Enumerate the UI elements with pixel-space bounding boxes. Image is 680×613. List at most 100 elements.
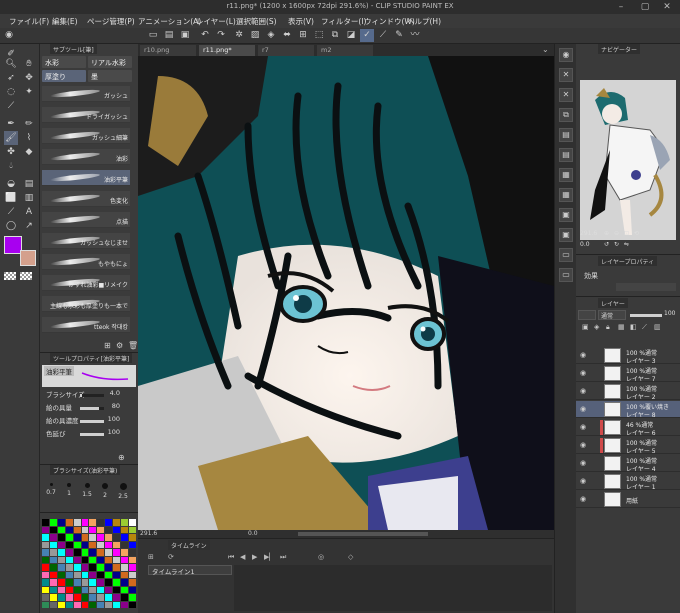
palette-swatch[interactable] xyxy=(89,519,97,526)
brush-size-preset[interactable]: 2 xyxy=(98,483,112,499)
palette-swatch[interactable] xyxy=(89,579,97,586)
palette-swatch[interactable] xyxy=(113,549,121,556)
palette-swatch[interactable] xyxy=(121,526,129,533)
layer-row[interactable]: ◉ 用紙 xyxy=(576,491,680,508)
palette-swatch[interactable] xyxy=(65,549,73,556)
ruler-icon[interactable]: ⟋ xyxy=(376,29,390,42)
timeline-tab[interactable]: タイムライン xyxy=(168,540,210,550)
palette-swatch[interactable] xyxy=(57,586,65,593)
layer-property-tab[interactable]: レイヤープロパティ xyxy=(598,256,658,266)
subtool-tab[interactable]: サブツール[筆] xyxy=(50,44,97,54)
material-2-icon[interactable]: ▦ xyxy=(559,188,573,202)
flip-horizontal-icon[interactable]: ⇋ xyxy=(624,241,629,248)
eraser-icon[interactable]: ◆ xyxy=(22,145,36,159)
layer-row[interactable]: ◉ 100 %通常 レイヤー 5 xyxy=(576,437,680,455)
ruler-layer-icon[interactable]: ⟋ xyxy=(642,323,647,332)
palette-swatch[interactable] xyxy=(49,534,57,541)
palette-swatch[interactable] xyxy=(65,579,73,586)
transform-icon[interactable]: ▨ xyxy=(248,29,262,42)
palette-swatch[interactable] xyxy=(113,541,121,548)
palette-swatch[interactable] xyxy=(42,586,49,593)
visibility-icon[interactable]: ◉ xyxy=(580,495,586,503)
menu-file[interactable]: ファイル(F) xyxy=(9,16,49,27)
palette-swatch[interactable] xyxy=(129,549,136,556)
settings-icon[interactable]: ⚙ xyxy=(116,341,123,350)
palette-swatch[interactable] xyxy=(42,519,49,526)
palette-swatch[interactable] xyxy=(49,564,57,571)
palette-swatch[interactable] xyxy=(73,534,81,541)
move-icon[interactable]: ✥ xyxy=(22,71,36,85)
palette-swatch[interactable] xyxy=(49,594,57,601)
palette-swatch[interactable] xyxy=(97,601,105,608)
pen-tool-icon[interactable]: ✎ xyxy=(392,29,406,42)
opacity-value[interactable]: 100 xyxy=(664,310,675,317)
zoom-icon[interactable]: 🔍︎ xyxy=(4,57,18,71)
palette-swatch[interactable] xyxy=(42,571,49,578)
palette-swatch[interactable] xyxy=(129,579,136,586)
palette-swatch[interactable] xyxy=(89,571,97,578)
navigator-angle-value[interactable]: 0.0 xyxy=(580,241,590,248)
navigator-tab[interactable]: ナビゲーター xyxy=(598,44,641,54)
palette-swatch[interactable] xyxy=(57,601,65,608)
palette-swatch[interactable] xyxy=(49,519,57,526)
onion-icon[interactable]: ◎ xyxy=(318,553,324,561)
menu-layer[interactable]: レイヤー(L) xyxy=(196,16,236,27)
fill-icon[interactable]: ◈ xyxy=(264,29,278,42)
layer-row[interactable]: ◉ 100 %通常 レイヤー 3 xyxy=(576,347,680,365)
undo-icon[interactable]: ↶ xyxy=(198,29,212,42)
palette-swatch[interactable] xyxy=(129,564,136,571)
palette-swatch[interactable] xyxy=(97,519,105,526)
palette-swatch[interactable] xyxy=(97,579,105,586)
property-value[interactable]: 80 xyxy=(112,402,120,410)
angle-value[interactable]: 0.0 xyxy=(248,530,258,537)
palette-swatch[interactable] xyxy=(42,556,49,563)
new-timeline-icon[interactable]: ⊞ xyxy=(148,553,154,561)
property-slider[interactable] xyxy=(80,394,104,397)
palette-swatch[interactable] xyxy=(57,579,65,586)
palette-swatch[interactable] xyxy=(65,541,73,548)
visibility-icon[interactable]: ◉ xyxy=(580,351,586,359)
first-frame-icon[interactable]: ⏮ xyxy=(228,553,234,562)
correct-line-icon[interactable]: ↗ xyxy=(22,219,36,233)
palette-swatch[interactable] xyxy=(113,556,121,563)
brush-item[interactable]: 主線も水彩も厚塗りも一本で xyxy=(42,296,130,312)
palette-swatch[interactable] xyxy=(73,564,81,571)
history-icon[interactable]: ▤ xyxy=(559,128,573,142)
timeline-track[interactable] xyxy=(234,565,552,611)
document-tab[interactable]: m2 xyxy=(317,45,373,56)
lock-transparent-icon[interactable]: ▦ xyxy=(618,323,625,331)
minimize-button[interactable]: – xyxy=(610,0,632,14)
reference-icon[interactable]: ◈ xyxy=(594,323,599,331)
palette-swatch[interactable] xyxy=(57,541,65,548)
sub-color-swatch[interactable] xyxy=(20,250,36,266)
brush-item[interactable]: 油彩平筆 xyxy=(42,170,130,186)
palette-swatch[interactable] xyxy=(129,526,136,533)
subtool-group-watercolor[interactable]: 水彩 xyxy=(42,56,86,68)
artwork[interactable] xyxy=(138,56,554,530)
palette-swatch[interactable] xyxy=(81,579,89,586)
palette-swatch[interactable] xyxy=(129,586,136,593)
lasso-icon[interactable]: ◌ xyxy=(4,85,18,99)
zoom-in-icon[interactable]: ⊕ xyxy=(604,230,609,237)
clear-icon[interactable]: ✲ xyxy=(232,29,246,42)
palette-swatch[interactable] xyxy=(121,564,129,571)
subtool-group-ink[interactable]: 墨 xyxy=(88,70,132,82)
effect-buttons[interactable] xyxy=(616,283,676,291)
eyedropper-icon[interactable]: ⟋ xyxy=(4,99,18,113)
palette-swatch[interactable] xyxy=(97,586,105,593)
palette-swatch[interactable] xyxy=(57,564,65,571)
material-5-icon[interactable]: ▭ xyxy=(559,248,573,262)
fill-bucket-icon[interactable]: ◒ xyxy=(4,177,18,191)
clip-icon[interactable]: ▣ xyxy=(582,323,589,331)
palette-swatch[interactable] xyxy=(89,556,97,563)
palette-swatch[interactable] xyxy=(73,586,81,593)
palette-swatch[interactable] xyxy=(57,571,65,578)
palette-swatch[interactable] xyxy=(113,601,121,608)
palette-swatch[interactable] xyxy=(49,541,57,548)
layer-row[interactable]: ◉ 100 %覆い焼き レイヤー 8 xyxy=(576,401,680,419)
select-layer-icon[interactable]: ◪ xyxy=(344,29,358,42)
brush-item[interactable]: もやもにょ xyxy=(42,254,130,270)
layer-row[interactable]: ◉ 100 %通常 レイヤー 4 xyxy=(576,455,680,473)
palette-swatch[interactable] xyxy=(89,526,97,533)
palette-swatch[interactable] xyxy=(97,549,105,556)
